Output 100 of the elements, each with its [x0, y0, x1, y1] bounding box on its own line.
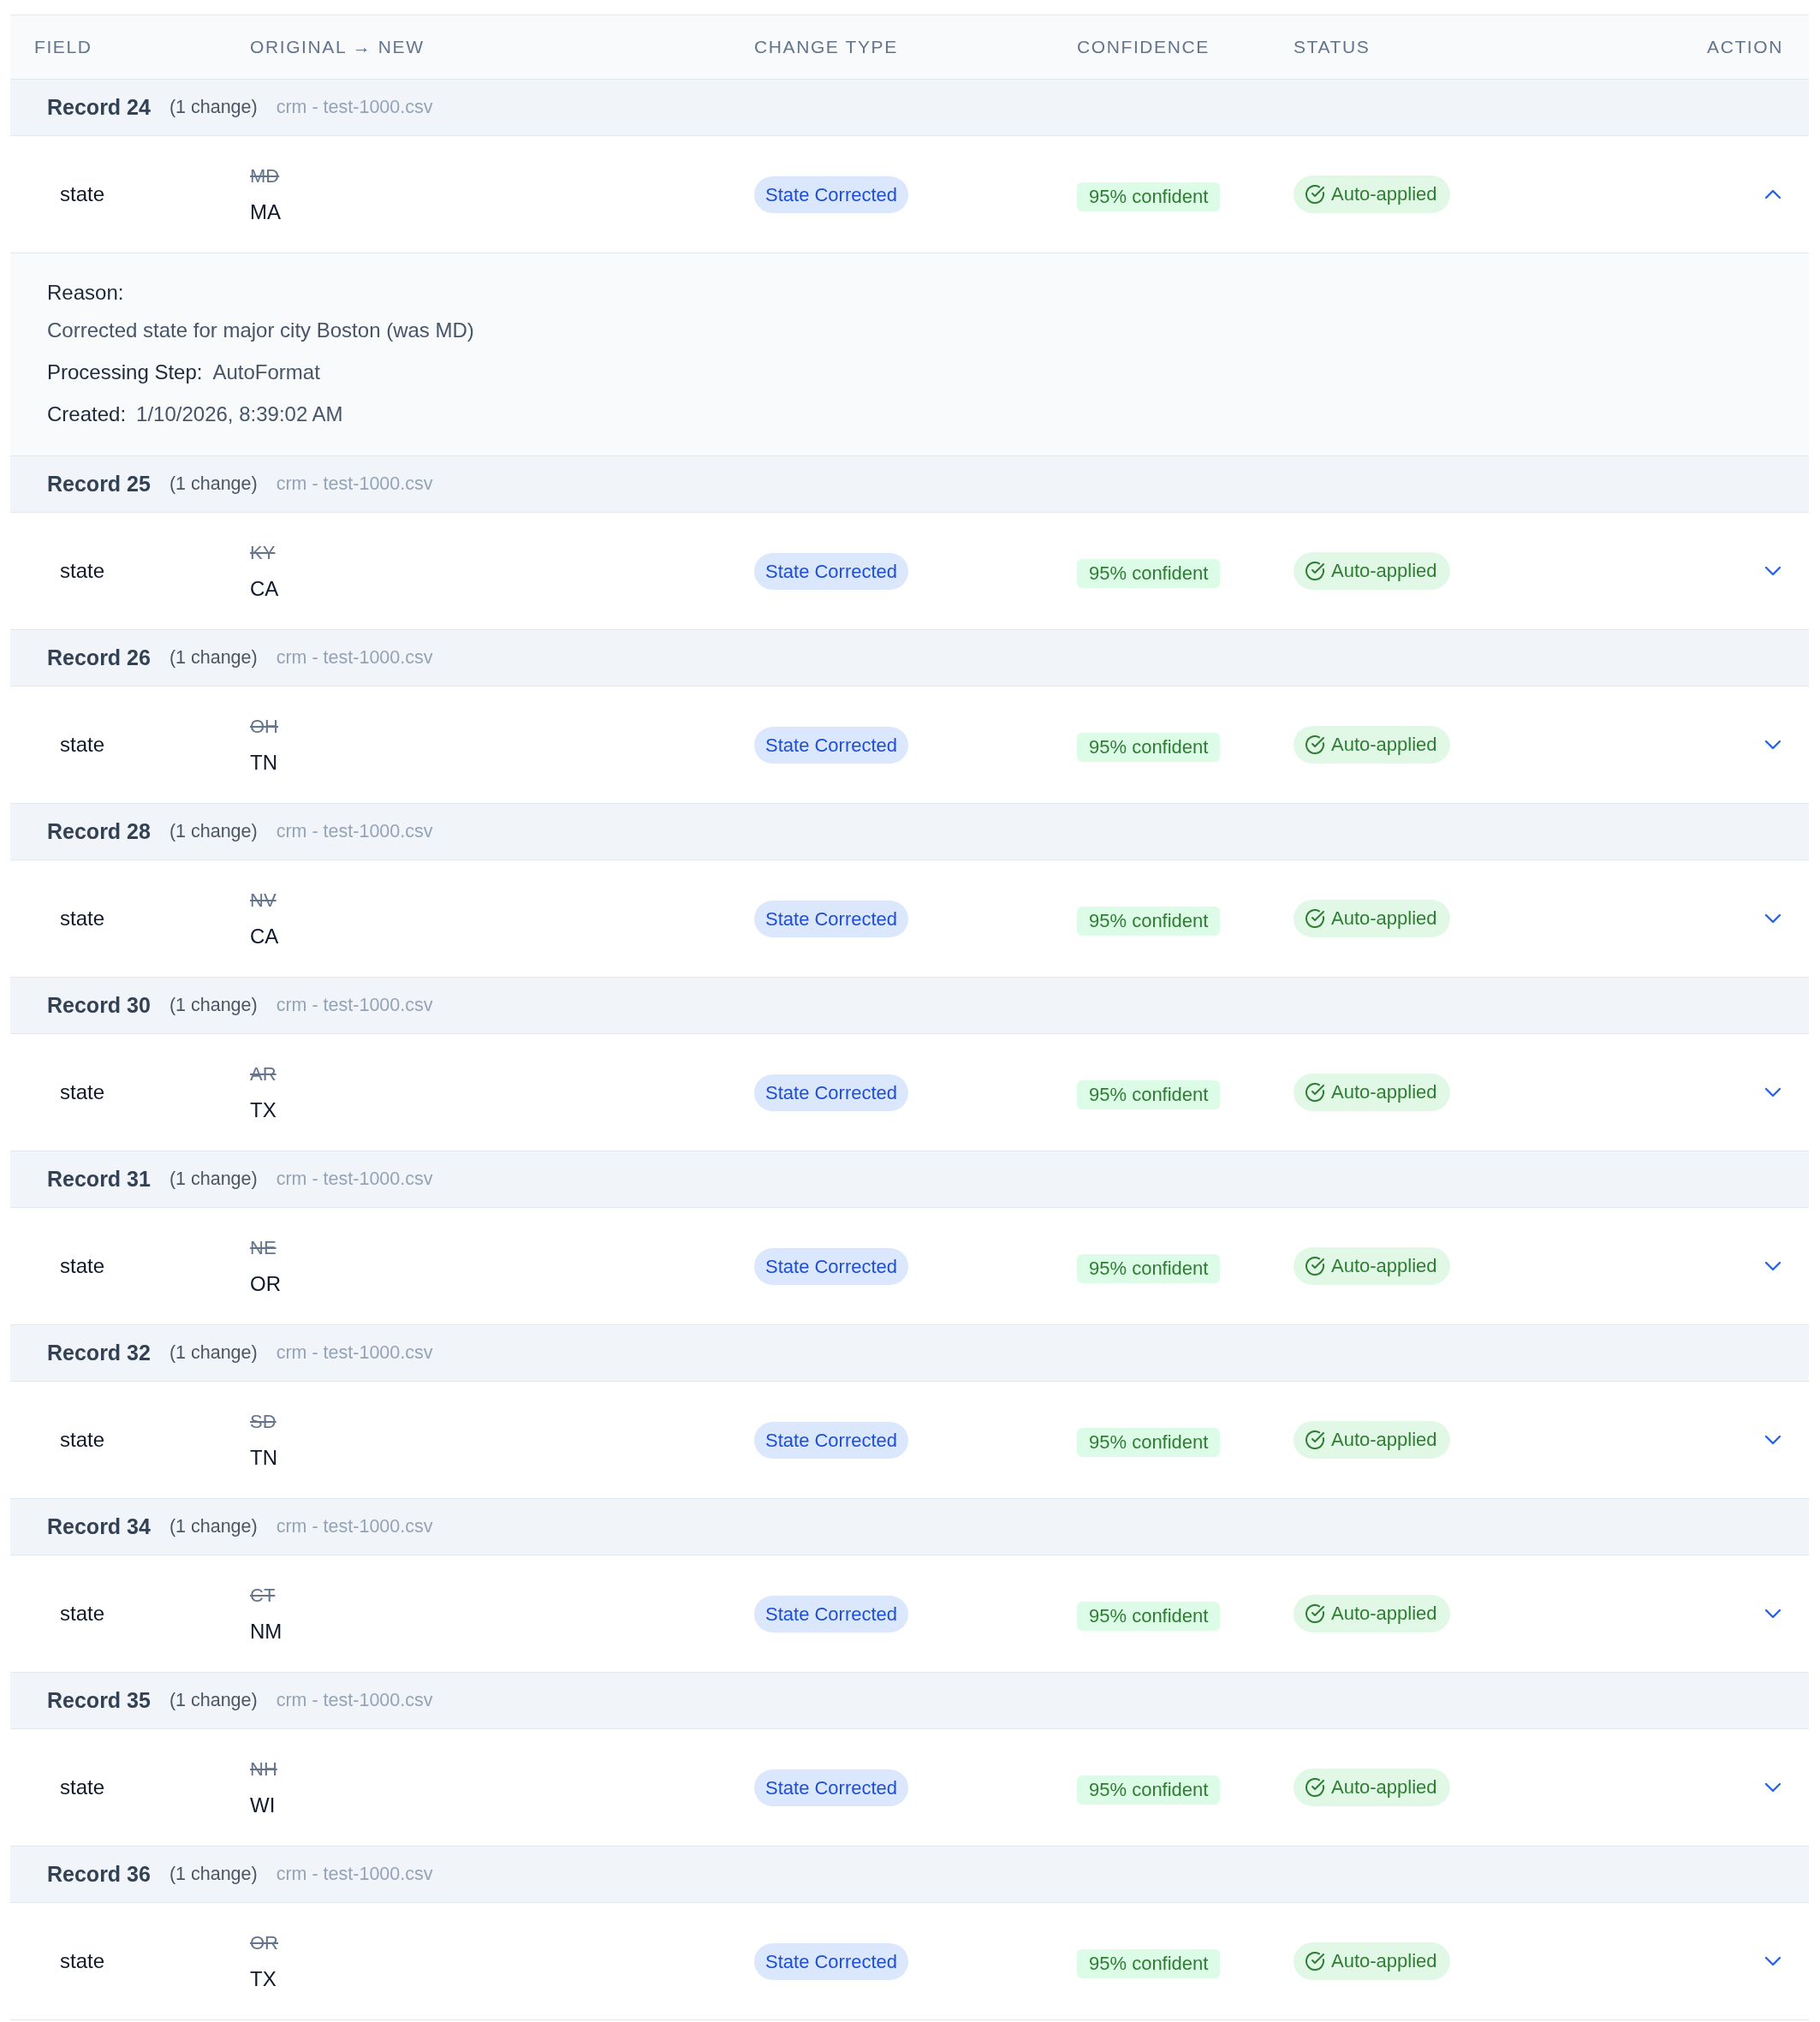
new-value: CA — [250, 576, 279, 602]
change-type-badge: State Corrected — [754, 1247, 909, 1285]
chevron-down-icon[interactable] — [1764, 566, 1781, 576]
confidence-badge: 95% confident — [1077, 907, 1221, 936]
status-label: Auto-applied — [1331, 1429, 1437, 1451]
status-label: Auto-applied — [1331, 1776, 1437, 1799]
check-circle-icon — [1306, 562, 1324, 580]
confidence-badge: 95% confident — [1077, 733, 1221, 762]
field-name: state — [60, 1428, 105, 1452]
field-name: state — [60, 559, 105, 583]
source-file: crm - test-1000.csv — [276, 1169, 433, 1190]
source-file: crm - test-1000.csv — [276, 1342, 433, 1364]
source-file: crm - test-1000.csv — [276, 821, 433, 842]
source-file: crm - test-1000.csv — [276, 995, 433, 1016]
confidence-badge: 95% confident — [1077, 182, 1221, 211]
record-title: Record 34 — [47, 1514, 151, 1539]
check-circle-icon — [1306, 185, 1324, 204]
change-count: (1 change) — [169, 995, 258, 1016]
chevron-down-icon[interactable] — [1764, 740, 1781, 750]
field-name: state — [60, 907, 105, 931]
check-circle-icon — [1306, 1430, 1324, 1449]
original-value: AR — [250, 1062, 277, 1086]
original-value: NV — [250, 889, 277, 913]
field-name: state — [60, 182, 105, 206]
original-value: KY — [250, 541, 276, 565]
created-value: 1/10/2026, 8:39:02 AM — [136, 401, 343, 427]
record-title: Record 25 — [47, 472, 151, 497]
source-file: crm - test-1000.csv — [276, 1864, 433, 1885]
change-type-badge: State Corrected — [754, 1942, 909, 1980]
created-label: Created: — [47, 401, 127, 427]
status-label: Auto-applied — [1331, 560, 1437, 582]
processing-step-label: Processing Step: — [47, 360, 203, 385]
chevron-down-icon[interactable] — [1764, 1087, 1781, 1097]
change-type-badge: State Corrected — [754, 175, 909, 213]
source-file: crm - test-1000.csv — [276, 97, 433, 118]
original-value: CT — [250, 1584, 276, 1608]
new-value: TN — [250, 1445, 277, 1471]
status-label: Auto-applied — [1331, 1255, 1437, 1277]
original-value: NE — [250, 1236, 277, 1260]
record-title: Record 36 — [47, 1862, 151, 1887]
column-header: FIELD — [34, 37, 93, 57]
field-name: state — [60, 733, 105, 757]
change-count: (1 change) — [169, 647, 258, 669]
new-value: TN — [250, 750, 277, 776]
status-label: Auto-applied — [1331, 1603, 1437, 1625]
new-value: TX — [250, 1097, 277, 1123]
change-count: (1 change) — [169, 1342, 258, 1364]
column-header: ORIGINAL → NEW — [250, 37, 425, 57]
field-name: state — [60, 1775, 105, 1799]
check-circle-icon — [1306, 735, 1324, 754]
confidence-badge: 95% confident — [1077, 1775, 1221, 1805]
change-count: (1 change) — [169, 1864, 258, 1885]
change-count: (1 change) — [169, 1169, 258, 1190]
check-circle-icon — [1306, 909, 1324, 928]
confidence-badge: 95% confident — [1077, 559, 1221, 588]
column-header: CONFIDENCE — [1077, 37, 1210, 57]
change-count: (1 change) — [169, 473, 258, 495]
change-type-badge: State Corrected — [754, 1769, 909, 1806]
change-type-badge: State Corrected — [754, 726, 909, 764]
record-title: Record 26 — [47, 645, 151, 670]
record-title: Record 32 — [47, 1341, 151, 1365]
field-name: state — [60, 1254, 105, 1278]
check-circle-icon — [1306, 1952, 1324, 1971]
new-value: WI — [250, 1793, 276, 1818]
confidence-badge: 95% confident — [1077, 1949, 1221, 1978]
check-circle-icon — [1306, 1778, 1324, 1797]
status-label: Auto-applied — [1331, 907, 1437, 930]
column-header: CHANGE TYPE — [754, 37, 899, 57]
chevron-down-icon[interactable] — [1764, 913, 1781, 924]
chevron-down-icon[interactable] — [1764, 1435, 1781, 1445]
record-title: Record 31 — [47, 1167, 151, 1192]
original-value: SD — [250, 1410, 277, 1434]
status-label: Auto-applied — [1331, 734, 1437, 756]
change-type-badge: State Corrected — [754, 552, 909, 590]
chevron-down-icon[interactable] — [1764, 1782, 1781, 1793]
field-name: state — [60, 1080, 105, 1104]
record-title: Record 30 — [47, 993, 151, 1018]
original-value: MD — [250, 164, 280, 188]
chevron-down-icon[interactable] — [1764, 1261, 1781, 1271]
new-value: OR — [250, 1271, 281, 1297]
chevron-down-icon[interactable] — [1764, 1609, 1781, 1619]
chevron-down-icon[interactable] — [1764, 1956, 1781, 1966]
record-title: Record 24 — [47, 95, 151, 120]
confidence-badge: 95% confident — [1077, 1602, 1221, 1631]
new-value: MA — [250, 199, 281, 225]
change-count: (1 change) — [169, 1516, 258, 1537]
check-circle-icon — [1306, 1083, 1324, 1102]
source-file: crm - test-1000.csv — [276, 647, 433, 669]
change-count: (1 change) — [169, 821, 258, 842]
original-value: OR — [250, 1931, 278, 1955]
original-value: NH — [250, 1757, 277, 1781]
confidence-badge: 95% confident — [1077, 1428, 1221, 1457]
field-name: state — [60, 1602, 105, 1626]
processing-step-value: AutoFormat — [212, 360, 320, 385]
reason-label: Reason: — [47, 280, 124, 306]
change-count: (1 change) — [169, 97, 258, 118]
new-value: CA — [250, 924, 279, 949]
chevron-up-icon[interactable] — [1764, 189, 1781, 199]
change-type-badge: State Corrected — [754, 900, 909, 937]
reason-text: Corrected state for major city Boston (was MD) — [47, 318, 474, 343]
